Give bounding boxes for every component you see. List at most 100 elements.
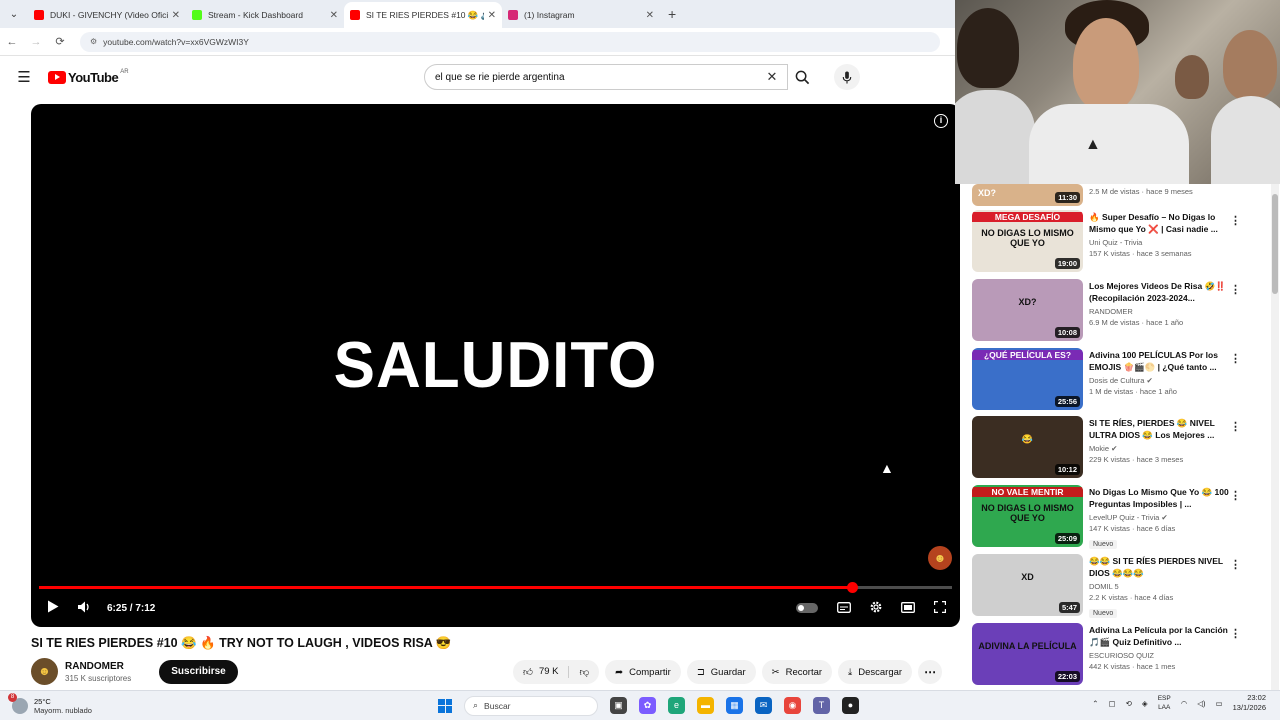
autoplay-toggle[interactable] — [796, 603, 818, 613]
video-thumbnail[interactable]: XD? 10:08 — [972, 278, 1083, 341]
subtitles-button[interactable] — [828, 601, 860, 616]
recommended-video-title[interactable]: Adivina 100 PELÍCULAS Por los EMOJIS 🍿🎬🌕… — [1089, 349, 1239, 373]
browser-tab[interactable]: DUKI - GIVENCHY (Video Oficia ✕ — [28, 2, 186, 28]
browser-tab[interactable]: (1) Instagram ✕ — [502, 2, 660, 28]
more-options-icon[interactable]: ⋮ — [1230, 420, 1241, 433]
new-tab-button[interactable]: + — [668, 6, 676, 22]
more-options-icon[interactable]: ⋮ — [1230, 558, 1241, 571]
more-options-icon[interactable]: ⋮ — [1230, 214, 1241, 227]
search-box[interactable]: el que se rie pierde argentina ✕ — [424, 64, 788, 90]
menu-icon[interactable]: ☰ — [0, 68, 48, 86]
video-thumbnail[interactable]: MEGA DESAFÍO NO DIGAS LO MISMO QUE YO 19:0… — [972, 210, 1083, 272]
speaker-icon[interactable]: ◁) — [1197, 699, 1205, 708]
recommended-video-title[interactable]: SI TE RÍES, PIERDES 😂 NIVEL ULTRA DIOS 😂… — [1089, 417, 1239, 441]
site-info-icon[interactable]: ⚙ — [90, 37, 97, 46]
more-options-icon[interactable]: ⋮ — [1230, 283, 1241, 296]
recommended-video-channel[interactable]: RANDOMER — [1089, 307, 1239, 316]
info-icon[interactable]: i — [934, 114, 948, 128]
file-explorer-icon[interactable]: ▬ — [697, 697, 714, 714]
recommended-video-title[interactable]: 😂😂 SI TE RÍES PIERDES NIVEL DIOS 😂😂😂 — [1089, 555, 1239, 579]
recommended-video-channel[interactable]: Uni Quiz - Trivia — [1089, 238, 1239, 247]
fullscreen-button[interactable] — [924, 600, 956, 616]
forward-arrow-icon[interactable]: → — [24, 36, 48, 48]
app-icon[interactable]: ● — [842, 697, 859, 714]
scrollbar-thumb[interactable] — [1272, 194, 1278, 294]
browser-tab[interactable]: SI TE RIES PIERDES #10 😂 🔊 ✕ — [344, 2, 502, 28]
recommended-video[interactable]: XD? 11:30 2.5 M de vistas · hace 9 meses — [972, 184, 1262, 210]
play-button[interactable] — [37, 600, 69, 616]
recommended-video[interactable]: XD? 10:08 Los Mejores Videos De Risa 🤣‼️ (… — [972, 278, 1262, 348]
progress-bar[interactable] — [39, 582, 952, 593]
task-view-icon[interactable]: ▣ — [610, 697, 627, 714]
recommended-video-title[interactable]: Adivina La Película por la Canción 🎵🎬 Qu… — [1089, 624, 1239, 648]
search-input[interactable]: el que se rie pierde argentina — [435, 72, 757, 83]
more-options-icon[interactable]: ⋮ — [1230, 627, 1241, 640]
recommended-video-channel[interactable]: Mokie ✔ — [1089, 444, 1239, 453]
recommended-video[interactable]: 😂 10:12 SI TE RÍES, PIERDES 😂 NIVEL ULTRA … — [972, 416, 1262, 485]
close-tab-icon[interactable]: ✕ — [172, 10, 180, 21]
theater-mode-button[interactable] — [892, 601, 924, 616]
dislike-button[interactable]: 👎︎ — [569, 666, 599, 678]
download-button[interactable]: ⤓ Descargar — [838, 660, 913, 684]
clip-button[interactable]: ✂ Recortar — [761, 660, 833, 684]
windows-start-icon[interactable] — [438, 698, 452, 713]
clock[interactable]: 23:02 13/1/2026 — [1233, 693, 1266, 713]
battery-icon[interactable]: ▭ — [1216, 699, 1223, 708]
scrubber-handle[interactable] — [847, 582, 859, 593]
recommended-video-channel[interactable]: ESCURIOSO QUIZ — [1089, 651, 1239, 660]
voice-search-button[interactable] — [834, 64, 860, 90]
wifi-icon[interactable]: ◠ — [1181, 699, 1188, 708]
channel-avatar[interactable]: ☻ — [31, 658, 58, 685]
video-thumbnail[interactable]: XD? 11:30 — [972, 184, 1083, 206]
close-tab-icon[interactable]: ✕ — [330, 10, 338, 21]
recommended-video[interactable]: NO VALE MENTIR NO DIGAS LO MISMO QUE YO 25… — [972, 485, 1262, 554]
recommended-video-title[interactable]: 🔥 Super Desafío – No Digas lo Mismo que … — [1089, 211, 1239, 235]
settings-button[interactable] — [860, 600, 892, 617]
video-player[interactable]: SALUDITO i ☻ 6:25 / 7:12 — [31, 104, 960, 627]
address-bar[interactable]: ⚙ youtube.com/watch?v=xx6VGWzWI3Y — [80, 31, 940, 52]
tab-search-chevron-icon[interactable]: ⌄ — [0, 0, 28, 28]
recommended-video[interactable]: ¿QUÉ PELÍCULA ES? 25:56 Adivina 100 PELÍCU… — [972, 347, 1262, 417]
video-thumbnail[interactable]: ADIVINA LA PELÍCULA 22:03 — [972, 622, 1083, 685]
recommended-video-channel[interactable]: DOMIL 5 — [1089, 582, 1239, 591]
more-actions-button[interactable]: ⋯ — [918, 660, 943, 684]
tray-security-icon[interactable]: ◈ — [1142, 699, 1148, 708]
edge-icon[interactable]: e — [668, 697, 685, 714]
back-arrow-icon[interactable]: ← — [0, 36, 24, 48]
video-thumbnail[interactable]: 😂 10:12 — [972, 416, 1083, 479]
weather-widget[interactable]: 8 25°C Mayorm. nublado — [8, 692, 412, 715]
chevron-up-icon[interactable]: ⌃ — [1092, 699, 1098, 708]
recommended-video-channel[interactable]: LevelUP Quiz - Trivia ✔ — [1089, 513, 1239, 522]
browser-tab[interactable]: Stream - Kick Dashboard ✕ — [186, 2, 344, 28]
recommended-video-title[interactable]: Los Mejores Videos De Risa 🤣‼️ (Recopila… — [1089, 280, 1239, 304]
more-options-icon[interactable]: ⋮ — [1230, 489, 1241, 502]
close-tab-icon[interactable]: ✕ — [488, 10, 496, 21]
video-thumbnail[interactable]: NO VALE MENTIR NO DIGAS LO MISMO QUE YO 25… — [972, 485, 1083, 548]
share-button[interactable]: ➦ Compartir — [605, 660, 681, 684]
volume-button[interactable] — [69, 601, 101, 616]
more-options-icon[interactable]: ⋮ — [1230, 352, 1241, 365]
recommended-video-title[interactable]: No Digas Lo Mismo Que Yo 😂 100 Preguntas… — [1089, 486, 1239, 510]
tray-sync-icon[interactable]: ⟲ — [1126, 699, 1132, 708]
subscribe-button[interactable]: Suscribirse — [159, 659, 238, 684]
taskbar-search[interactable]: ⌕ Buscar — [464, 695, 598, 716]
sidebar-scrollbar[interactable] — [1271, 184, 1279, 690]
recommended-video-channel[interactable]: Dosis de Cultura ✔ — [1089, 376, 1239, 385]
outlook-icon[interactable]: ✉ — [755, 697, 772, 714]
video-thumbnail[interactable]: XD 5:47 — [972, 553, 1083, 616]
language-indicator[interactable]: ESP LAA — [1158, 694, 1171, 712]
reload-icon[interactable]: ⟳ — [48, 35, 72, 48]
copilot-icon[interactable]: ✿ — [639, 697, 656, 714]
teams-icon[interactable]: T — [813, 697, 830, 714]
channel-name[interactable]: RANDOMER — [65, 661, 131, 672]
store-icon[interactable]: ▦ — [726, 697, 743, 714]
close-tab-icon[interactable]: ✕ — [646, 10, 654, 21]
channel-watermark-icon[interactable]: ☻ — [928, 546, 952, 570]
clear-search-icon[interactable]: ✕ — [757, 69, 787, 85]
save-button[interactable]: ⊐ Guardar — [686, 660, 756, 684]
youtube-logo[interactable]: YouTube AR — [48, 69, 129, 85]
recommended-video[interactable]: ADIVINA LA PELÍCULA 22:03 Adivina La Pelíc… — [972, 622, 1262, 690]
video-thumbnail[interactable]: ¿QUÉ PELÍCULA ES? 25:56 — [972, 347, 1083, 410]
recommended-video[interactable]: MEGA DESAFÍO NO DIGAS LO MISMO QUE YO 19:0… — [972, 210, 1262, 279]
like-button[interactable]: 👍︎ 79 K — [513, 666, 570, 678]
